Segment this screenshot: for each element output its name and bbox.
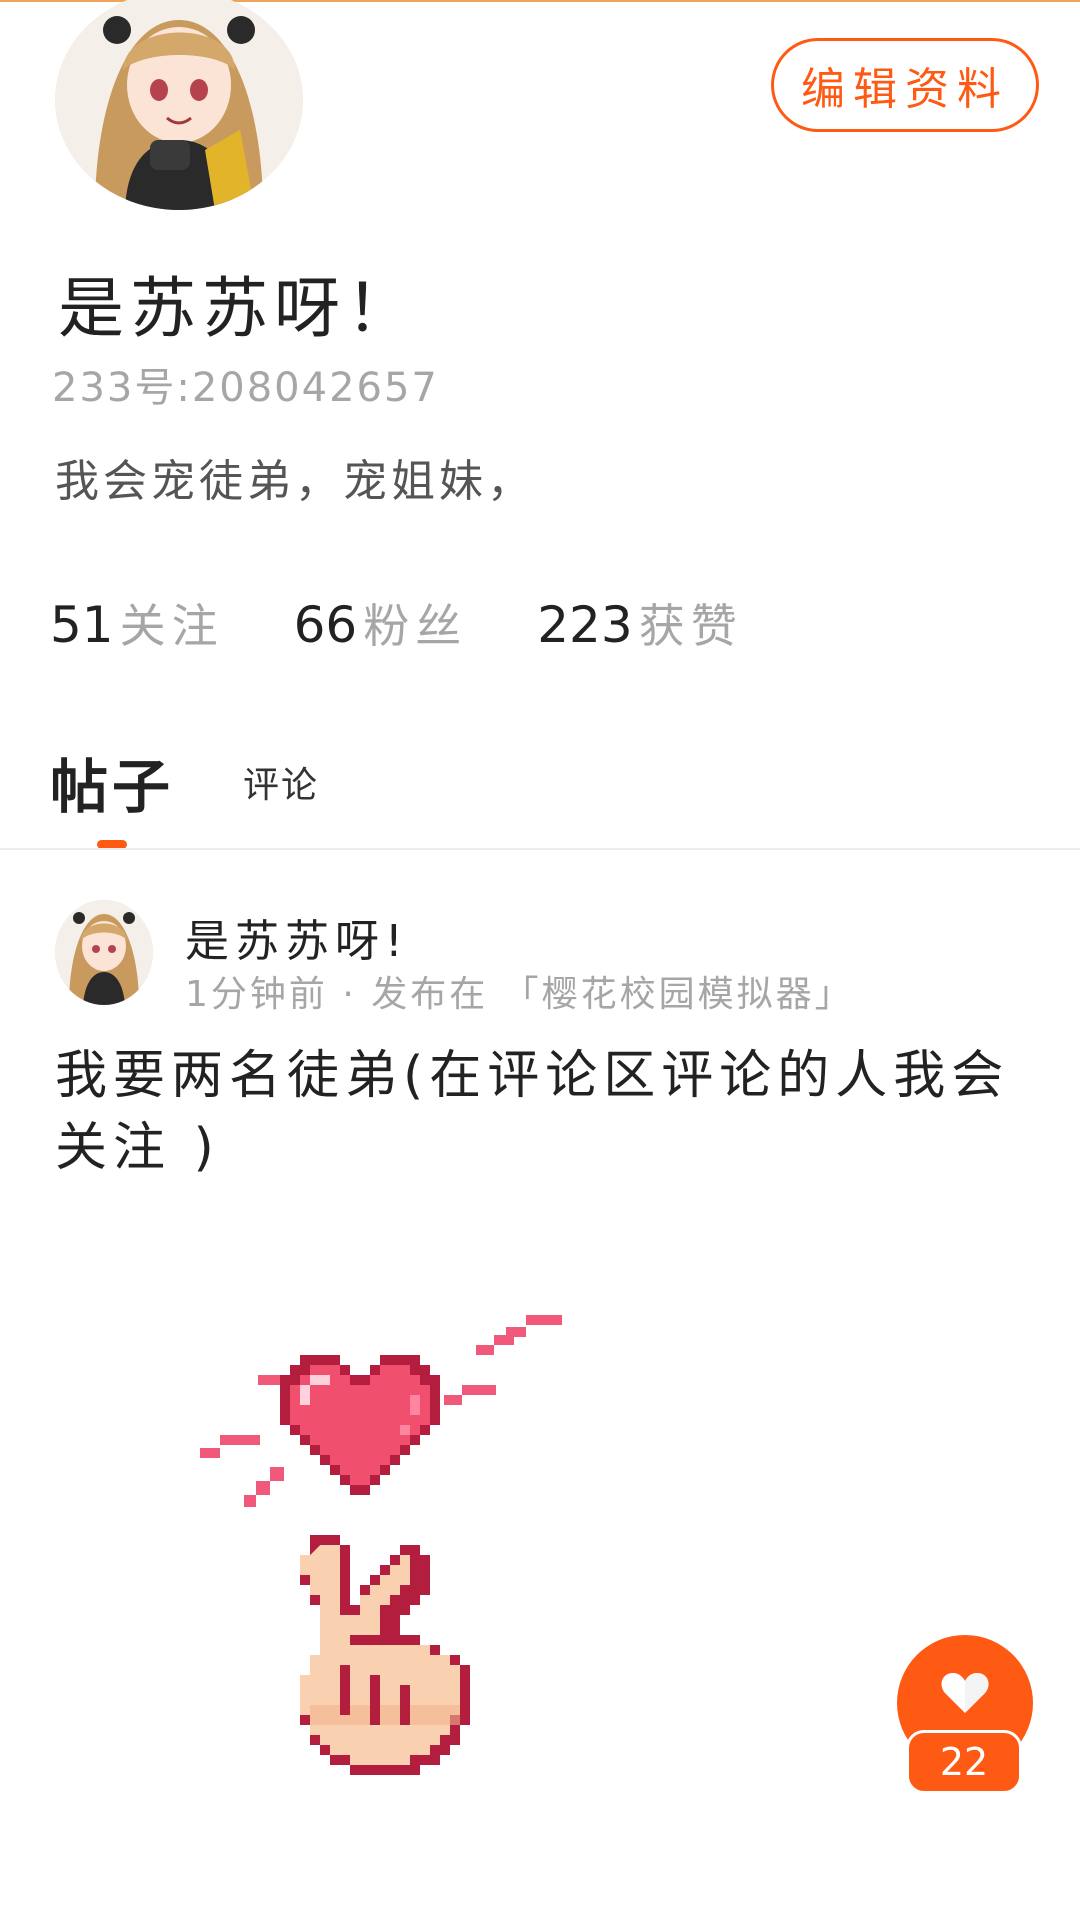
edit-profile-button[interactable]: 编辑资料 — [771, 38, 1039, 132]
avatar-image — [55, 0, 303, 210]
post-image[interactable] — [200, 1285, 620, 1885]
profile-avatar[interactable] — [55, 0, 303, 210]
tab-posts[interactable]: 帖子 — [50, 740, 174, 824]
pixel-finger-heart-image — [200, 1315, 562, 1775]
stat-likes[interactable]: 223 获赞 — [537, 590, 742, 656]
stat-likes-label: 获赞 — [638, 599, 743, 653]
post-author-name[interactable]: 是苏苏呀! — [185, 905, 409, 969]
stat-following-label: 关注 — [119, 599, 224, 653]
profile-id: 233号:208042657 — [52, 365, 439, 411]
tab-comments[interactable]: 评论 — [243, 756, 319, 808]
profile-bio: 我会宠徒弟，宠姐妹， — [55, 456, 535, 507]
profile-stats: 51 关注 66 粉丝 223 获赞 — [50, 590, 743, 656]
post-avatar-image — [55, 900, 153, 1005]
stat-followers[interactable]: 66 粉丝 — [294, 590, 468, 656]
profile-name: 是苏苏呀！ — [58, 270, 418, 347]
stat-following-count: 51 — [50, 596, 114, 654]
stat-following[interactable]: 51 关注 — [50, 590, 224, 656]
like-count: 22 — [906, 1730, 1022, 1794]
tab-divider — [0, 848, 1080, 850]
stat-likes-count: 223 — [537, 596, 633, 654]
post-author-avatar[interactable] — [55, 900, 153, 1005]
stat-followers-label: 粉丝 — [363, 599, 468, 653]
post-meta: 1分钟前 · 发布在 「樱花校园模拟器」 — [185, 974, 854, 1015]
post-text: 我要两名徒弟(在评论区评论的人我会关注 ) — [55, 1046, 1010, 1178]
stat-followers-count: 66 — [293, 596, 358, 654]
heart-icon — [941, 1673, 989, 1713]
